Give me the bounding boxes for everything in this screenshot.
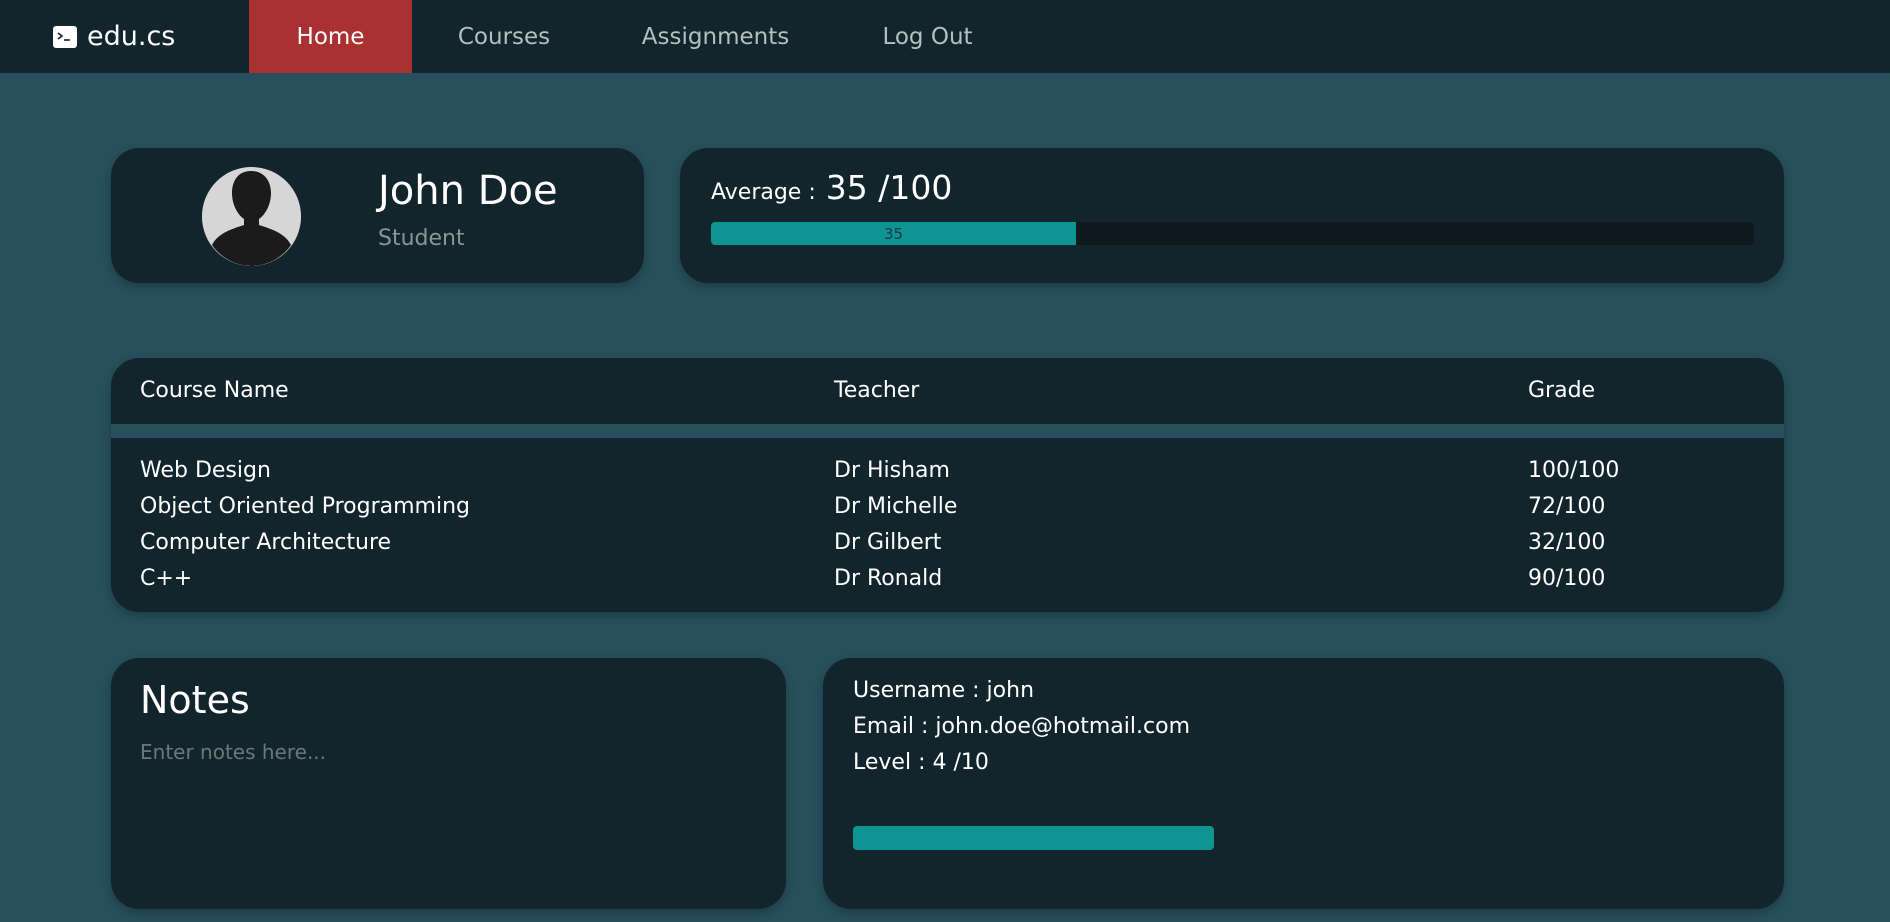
course-name-cell: Computer Architecture — [140, 530, 392, 555]
brand[interactable]: edu.cs — [53, 0, 175, 73]
terminal-icon — [53, 25, 77, 48]
average-line: Average : 35 /100 — [711, 168, 952, 207]
average-value: 35 /100 — [825, 168, 953, 207]
nav-log-out[interactable]: Log Out — [865, 0, 990, 73]
email-text: Email : john.doe@hotmail.com — [853, 714, 1190, 739]
table-row: C++ Dr Ronald 90/100 — [111, 566, 1784, 602]
teacher-cell: Dr Ronald — [834, 566, 943, 591]
table-row: Web Design Dr Hisham 100/100 — [111, 458, 1784, 494]
nav-home[interactable]: Home — [249, 0, 412, 73]
grade-cell: 100/100 — [1528, 458, 1620, 483]
level-text: Level : 4 /10 — [853, 750, 989, 775]
table-header-divider — [111, 424, 1784, 438]
notes-card: Notes — [111, 658, 786, 909]
grade-cell: 90/100 — [1528, 566, 1606, 591]
notes-input[interactable] — [140, 740, 760, 890]
avatar — [202, 167, 301, 266]
table-row: Object Oriented Programming Dr Michelle … — [111, 494, 1784, 530]
teacher-cell: Dr Michelle — [834, 494, 958, 519]
username-text: Username : john — [853, 678, 1035, 703]
grade-cell: 32/100 — [1528, 530, 1606, 555]
column-header-teacher: Teacher — [834, 378, 920, 403]
course-name-cell: Web Design — [140, 458, 271, 483]
notes-title: Notes — [140, 678, 250, 722]
average-progress-fill: 35 — [711, 222, 1077, 245]
nav-courses[interactable]: Courses — [438, 0, 570, 73]
profile-card: John Doe Student — [111, 148, 644, 283]
course-name-cell: C++ — [140, 566, 193, 591]
account-info-card: Username : john Email : john.doe@hotmail… — [823, 658, 1784, 909]
profile-role: Student — [378, 226, 465, 251]
average-card: Average : 35 /100 35 — [680, 148, 1784, 283]
level-progress-bar — [853, 826, 1214, 850]
teacher-cell: Dr Gilbert — [834, 530, 942, 555]
brand-name: edu.cs — [87, 21, 176, 52]
average-label: Average : — [711, 180, 816, 205]
grade-cell: 72/100 — [1528, 494, 1606, 519]
average-progress-bar: 35 — [711, 222, 1754, 245]
column-header-course: Course Name — [140, 378, 289, 403]
profile-name: John Doe — [378, 168, 558, 214]
top-navbar: edu.cs Home Courses Assignments Log Out — [0, 0, 1890, 73]
teacher-cell: Dr Hisham — [834, 458, 950, 483]
course-name-cell: Object Oriented Programming — [140, 494, 470, 519]
courses-table: Course Name Teacher Grade Web Design Dr … — [111, 358, 1784, 612]
table-row: Computer Architecture Dr Gilbert 32/100 — [111, 530, 1784, 566]
nav-assignments[interactable]: Assignments — [628, 0, 803, 73]
column-header-grade: Grade — [1528, 378, 1596, 403]
average-progress-label: 35 — [883, 224, 904, 243]
user-silhouette-icon — [202, 167, 301, 266]
